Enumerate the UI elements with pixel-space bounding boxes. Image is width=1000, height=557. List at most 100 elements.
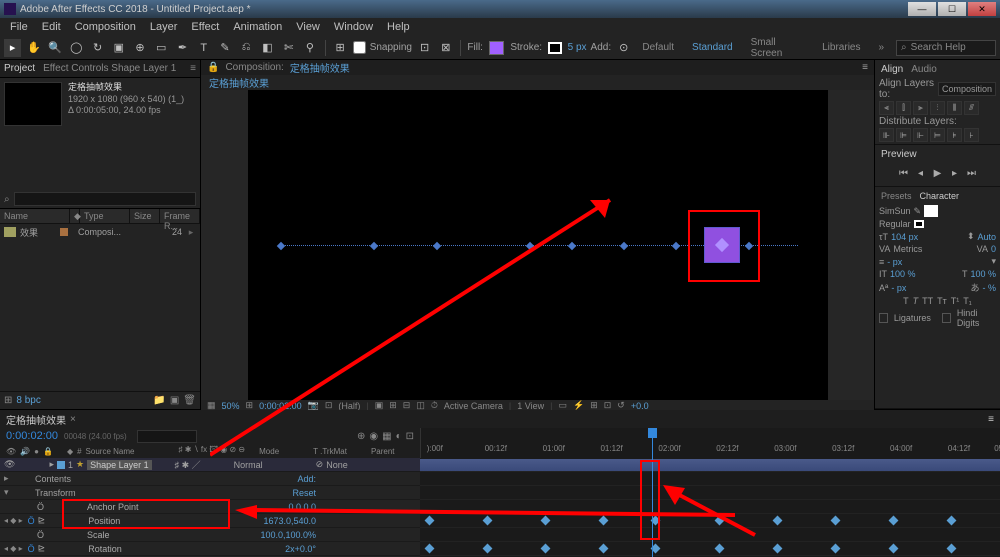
align-right-icon[interactable]: ⫸ [913,101,928,115]
menu-composition[interactable]: Composition [69,19,142,35]
timeline-timecode[interactable]: 0:00:02:00 [6,430,58,442]
menu-edit[interactable]: Edit [36,19,67,35]
ws-smallscreen[interactable]: Small Screen [745,35,811,61]
snap-opt-icon[interactable]: ⊡ [416,39,433,57]
stopwatch-pos-icon[interactable]: Ö [28,516,35,526]
timeline-close-icon[interactable]: × [70,414,76,425]
project-item-thumb[interactable] [4,82,62,126]
ws-more-icon[interactable]: » [872,40,890,55]
add-menu-icon[interactable]: ⊙ [615,39,632,57]
tl-tool3-icon[interactable]: ▦ [382,431,391,442]
col-framerate[interactable]: Frame R... [160,209,200,223]
layer-bar[interactable] [420,459,1000,471]
menu-window[interactable]: Window [328,19,379,35]
prop-anchor[interactable]: Anchor Point [47,502,139,512]
timeline-search-input[interactable] [137,430,197,443]
prop-position[interactable]: Position [48,516,120,526]
hindi-checkbox[interactable] [942,313,951,323]
menu-view[interactable]: View [290,19,326,35]
tab-project[interactable]: Project [4,63,35,74]
composition-viewer[interactable] [201,90,874,400]
font-family-dropdown[interactable]: SimSun [879,206,911,216]
val-rotation[interactable]: 2x+0.0° [285,544,316,554]
col-type[interactable]: Type [80,209,130,223]
timeline-menu-icon[interactable]: ≡ [988,414,994,425]
align-vcenter-icon[interactable]: ⫼ [947,101,962,115]
camera-tool-icon[interactable]: ▣ [110,39,127,57]
brush-tool-icon[interactable]: ✎ [216,39,233,57]
dist-6-icon[interactable]: ⊦ [964,128,979,142]
vscale[interactable]: 100 % [890,269,916,279]
val-scale[interactable]: 100.0,100.0% [260,530,316,540]
comp-breadcrumb[interactable]: 定格抽帧效果 [201,75,874,90]
super-icon[interactable]: T¹ [951,296,960,306]
contents-group[interactable]: Contents [15,474,71,484]
ws-default[interactable]: Default [636,40,680,55]
snap-opt2-icon[interactable]: ⊠ [437,39,454,57]
tl-tool5-icon[interactable]: ⊡ [406,431,414,442]
zoom-tool-icon[interactable]: 🔍 [46,39,63,57]
clone-tool-icon[interactable]: ⎌ [238,39,255,57]
bold-icon[interactable]: T [903,296,909,306]
next-frame-icon[interactable]: ▸ [948,166,962,180]
exposure[interactable]: +0.0 [631,401,649,411]
ws-libraries[interactable]: Libraries [816,40,866,55]
align-to-dropdown[interactable]: Composition [938,82,996,96]
audio-col-icon[interactable]: 🔊 [20,447,30,456]
fill-swatch[interactable] [489,41,504,55]
stroke-w[interactable]: - px [887,257,902,267]
kf-nav-rot[interactable]: ◂ ◆ ▸ [4,544,23,553]
layer-row[interactable]: 👁▸ 1 ★ Shape Layer 1 ♯ ✱ ／ Normal ⊘ None [0,458,420,472]
type-tool-icon[interactable]: T [195,39,212,57]
rect-tool-icon[interactable]: ▭ [153,39,170,57]
lock-col-icon[interactable]: 🔒 [43,447,53,456]
baseline-shift[interactable]: - px [891,283,906,293]
timeline-tracks[interactable] [420,458,1000,557]
tracking[interactable]: 0 [991,244,996,254]
prop-rotation[interactable]: Rotation [48,544,122,554]
stroke-swatch[interactable] [548,42,562,54]
menu-effect[interactable]: Effect [185,19,225,35]
snapping-checkbox[interactable] [353,41,366,54]
smallcaps-icon[interactable]: Tᴛ [937,296,947,306]
stroke-width[interactable]: 5 px [568,42,587,53]
window-maximize-button[interactable]: ☐ [938,2,966,16]
bpc-button[interactable]: 8 bpc [16,395,40,406]
menu-help[interactable]: Help [381,19,416,35]
dist-5-icon[interactable]: ⊧ [947,128,962,142]
align-hcenter-icon[interactable]: ⫿ [896,101,911,115]
ws-standard[interactable]: Standard [686,40,739,55]
transform-group[interactable]: Transform [15,488,76,498]
viewer-lock-icon[interactable]: 🔒 [207,62,219,73]
menu-file[interactable]: File [4,19,34,35]
new-folder-icon[interactable]: 📁 [153,395,165,406]
new-comp-icon[interactable]: ▣ [170,395,179,406]
layer-parent[interactable]: None [326,460,348,470]
tab-presets[interactable]: Presets [881,191,912,201]
camera-dropdown[interactable]: Active Camera [444,401,503,411]
stroke-color-swatch[interactable] [914,220,924,228]
col-size[interactable]: Size [130,209,160,223]
tab-character[interactable]: Character [920,191,960,201]
prev-frame-icon[interactable]: ◂ [914,166,928,180]
prop-scale[interactable]: Scale [47,530,110,540]
selection-tool-icon[interactable]: ▸ [4,39,21,57]
comp-canvas[interactable] [248,90,828,400]
leading[interactable]: Auto [977,232,996,242]
eye-col-icon[interactable]: 👁 [6,447,16,456]
tab-preview[interactable]: Preview [881,149,917,160]
rotate-tool-icon[interactable]: ↻ [89,39,106,57]
col-trkmat[interactable]: T .TrkMat [313,447,347,456]
views-dropdown[interactable]: 1 View [517,401,544,411]
tab-effect-controls[interactable]: Effect Controls Shape Layer 1 [43,63,176,74]
stopwatch-rot-icon[interactable]: Ö [28,544,35,554]
panbehind-tool-icon[interactable]: ⊕ [131,39,148,57]
menu-layer[interactable]: Layer [144,19,184,35]
project-row[interactable]: 效果 Composi... 24 ▸ [0,224,200,240]
comp-panel-menu-icon[interactable]: ≡ [862,62,868,73]
solo-col-icon[interactable]: ● [34,447,39,456]
kf-nav-pos[interactable]: ◂ ◆ ▸ [4,516,23,525]
interpret-icon[interactable]: ⊞ [4,395,12,406]
align-left-icon[interactable]: ⫷ [879,101,894,115]
tl-tool2-icon[interactable]: ◉ [369,431,378,442]
